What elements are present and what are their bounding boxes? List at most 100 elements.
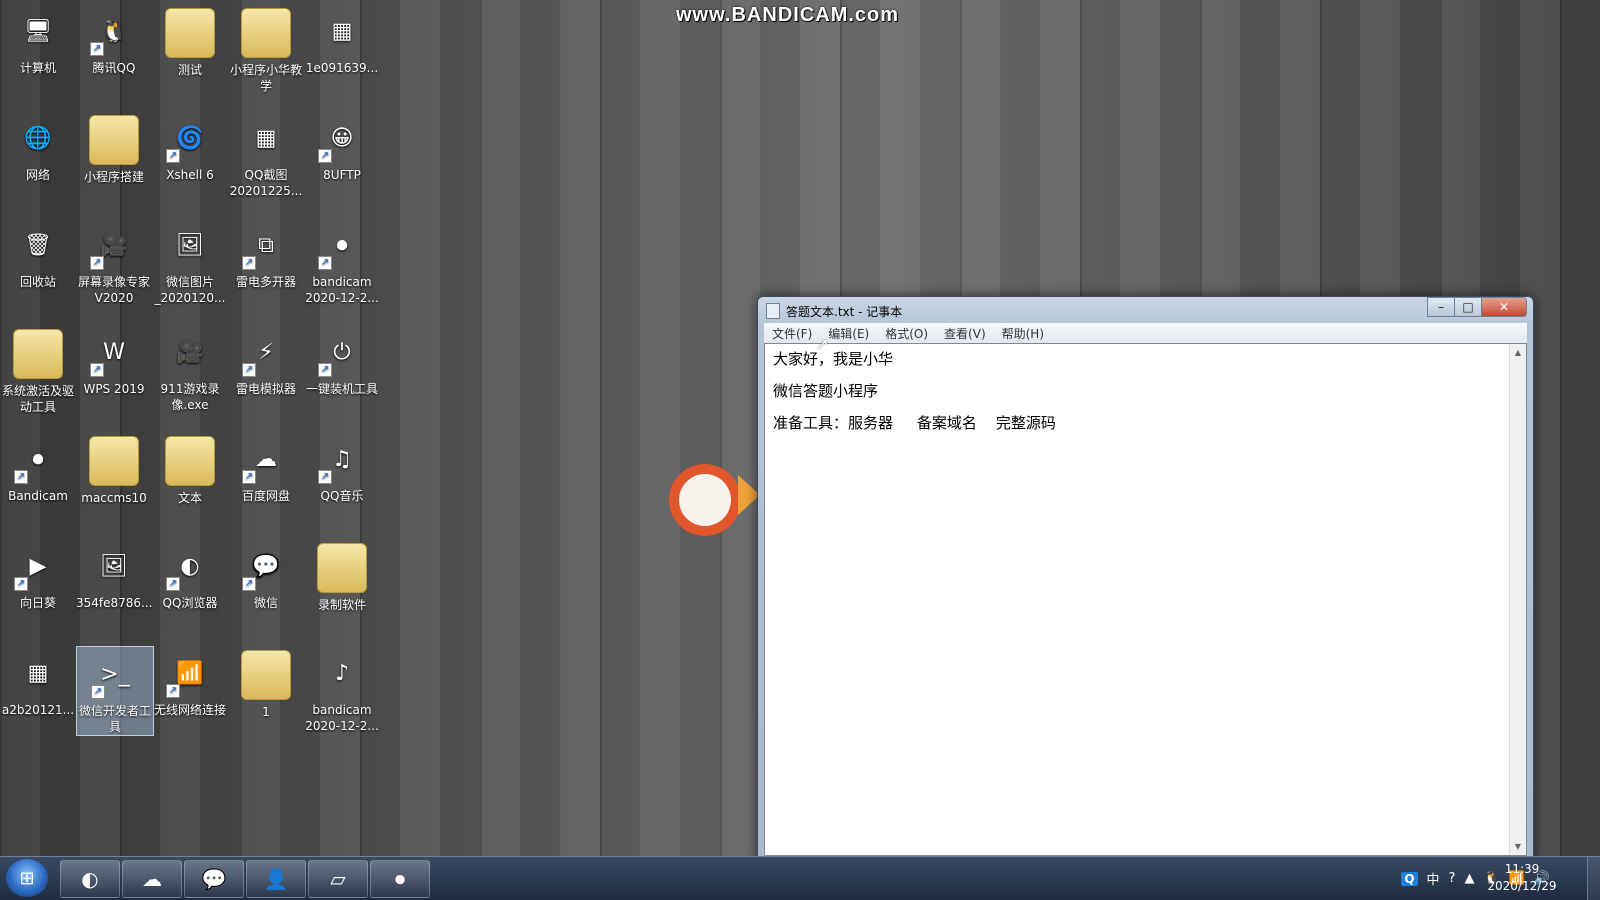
maximize-button[interactable]: □ [1454, 297, 1482, 317]
clock[interactable]: 11:39 2020/12/29 [1482, 861, 1562, 895]
vertical-scrollbar[interactable]: ▲ ▼ [1509, 344, 1526, 855]
folder-icon [317, 543, 367, 593]
shortcut-arrow-icon: ↗ [318, 256, 332, 270]
shortcut-arrow-icon: ↗ [90, 42, 104, 56]
folder-icon [165, 436, 215, 486]
desktop-icon[interactable]: 🐧 ↗ 腾讯QQ [76, 4, 152, 76]
desktop-icon[interactable]: 😀 ↗ 8UFTP [304, 111, 380, 183]
desktop-icon[interactable]: maccms10 [76, 432, 152, 506]
show-desktop-button[interactable] [1587, 857, 1600, 900]
desktop-icon[interactable]: >_ ↗ 微信开发者工具 [76, 646, 154, 736]
folder-icon [241, 8, 291, 58]
help-icon[interactable]: ? [1449, 871, 1456, 886]
notepad-window[interactable]: 答题文本.txt - 记事本 – □ ✕ 文件(F) 编辑(E) 格式(O) 查… [757, 296, 1534, 863]
desktop-icon[interactable]: ▦ QQ截图20201225... [228, 111, 304, 199]
desktop-icon[interactable]: 文本 [152, 432, 228, 506]
desktop-icon-label: 百度网盘 [241, 489, 290, 503]
desktop-icon[interactable]: ⚡ ↗ 雷电模拟器 [228, 325, 304, 397]
start-button[interactable]: ⊞ [6, 859, 48, 897]
shortcut-arrow-icon: ↗ [166, 577, 180, 591]
qq-input-icon[interactable]: Q [1401, 871, 1418, 886]
desktop-icon[interactable]: 小程序小华教学 [228, 4, 304, 94]
desktop-icon[interactable]: ⏻ ↗ 一键装机工具 [304, 325, 380, 397]
menu-file[interactable]: 文件(F) [764, 325, 820, 342]
scroll-down-icon[interactable]: ▼ [1510, 842, 1526, 851]
shortcut-arrow-icon: ↗ [14, 470, 28, 484]
desktop-icon[interactable]: ♪ bandicam 2020-12-2... [304, 646, 380, 734]
desktop-icon[interactable]: 🗑 回收站 [0, 218, 76, 290]
text-editor[interactable]: 大家好，我是小华 微信答题小程序 准备工具：服务器 备案域名 完整源码 ▲ ▼ [764, 343, 1527, 856]
desktop-icon[interactable]: 录制软件 [304, 539, 380, 613]
desktop-icon[interactable]: W ↗ WPS 2019 [76, 325, 152, 397]
close-button[interactable]: ✕ [1481, 297, 1527, 317]
shortcut-arrow-icon: ↗ [242, 470, 256, 484]
desktop-icon[interactable]: 🎥 911游戏录像.exe [152, 325, 228, 413]
desktop-icon-label: 一键装机工具 [305, 382, 378, 396]
desktop-icon-label: QQ截图20201225... [229, 168, 303, 198]
desktop-icon[interactable]: 🖼 微信图片_2020120... [152, 218, 228, 306]
app-icon: ◐ ↗ [166, 543, 214, 591]
desktop-icon[interactable]: ☁ ↗ 百度网盘 [228, 432, 304, 504]
desktop-icon[interactable]: ▦ 1e091639... [304, 4, 380, 76]
desktop-icon[interactable]: 🌀 ↗ Xshell 6 [152, 111, 228, 183]
desktop-icon-label: Bandicam [8, 489, 68, 503]
desktop-icon-label: 腾讯QQ [92, 61, 136, 75]
taskbar-baidu-netdisk-button[interactable]: ☁ [122, 860, 182, 898]
app-icon: ♪ [334, 661, 350, 686]
desktop-icon-label: 文本 [177, 491, 202, 505]
desktop-icon[interactable]: 1 [228, 646, 304, 720]
menu-help[interactable]: 帮助(H) [994, 325, 1052, 342]
desktop-icon-label: 系统激活及驱动工具 [1, 384, 74, 414]
app-icon: 🎥 [176, 340, 204, 365]
shortcut-arrow-icon: ↗ [90, 363, 104, 377]
desktop-icon-label: a2b20121... [1, 703, 75, 717]
app-icon: 🌐 [24, 126, 52, 151]
ime-language[interactable]: 中 [1427, 869, 1440, 888]
desktop-icon[interactable]: ▦ a2b20121... [0, 646, 76, 718]
desktop-icon[interactable]: ⏺ ↗ bandicam 2020-12-2... [304, 218, 380, 306]
shortcut-arrow-icon: ↗ [166, 684, 180, 698]
desktop-icon[interactable]: ⧉ ↗ 雷电多开器 [228, 218, 304, 290]
desktop-icon[interactable]: ▶ ↗ 向日葵 [0, 539, 76, 611]
shortcut-arrow-icon: ↗ [91, 685, 105, 699]
taskbar-bandicam-button[interactable]: ⏺ [370, 860, 430, 898]
text-line-3: 准备工具：服务器 备案域名 完整源码 [773, 414, 1056, 432]
app-icon: 🗑 [24, 233, 52, 258]
scroll-up-icon[interactable]: ▲ [1510, 348, 1526, 357]
desktop-icon-label: Xshell 6 [166, 168, 214, 182]
taskbar-notepad-button[interactable]: ▱ [308, 860, 368, 898]
minimize-button[interactable]: – [1427, 297, 1455, 317]
app-icon: ⏺ ↗ [318, 222, 366, 270]
app-icon: 🐧 ↗ [90, 8, 138, 56]
desktop-icon[interactable]: 🌐 网络 [0, 111, 76, 183]
menu-view[interactable]: 查看(V) [936, 325, 994, 342]
notepad-titlebar[interactable]: 答题文本.txt - 记事本 [766, 301, 902, 321]
menu-format[interactable]: 格式(O) [877, 325, 936, 342]
desktop-icon[interactable]: 🖼 354fe8786... [76, 539, 153, 611]
app-icon: ▦ [331, 19, 353, 44]
desktop-icon-label: 雷电多开器 [235, 275, 296, 289]
desktop-icon-label: QQ浏览器 [162, 596, 218, 610]
desktop-icon[interactable]: ⏺ ↗ Bandicam [0, 432, 76, 504]
taskbar-avatar-app-button[interactable]: 👤 [246, 860, 306, 898]
desktop-icon[interactable]: 💬 ↗ 微信 [228, 539, 304, 611]
desktop-icon-label: 354fe8786... [76, 596, 153, 610]
app-icon: 🎥 ↗ [90, 222, 138, 270]
desktop-icon-label: 911游戏录像.exe [160, 382, 220, 412]
desktop-icon[interactable]: 🎥 ↗ 屏幕录像专家V2020 [76, 218, 152, 306]
taskbar-qq-browser-button[interactable]: ◐ [60, 860, 120, 898]
desktop-icon[interactable]: 系统激活及驱动工具 [0, 325, 76, 415]
tray-expand-icon[interactable]: ▲ [1464, 871, 1474, 886]
app-icon: ⧉ ↗ [242, 222, 290, 270]
desktop-icon[interactable]: ◐ ↗ QQ浏览器 [152, 539, 228, 611]
desktop-icon[interactable]: 小程序搭建 [76, 111, 152, 185]
app-icon: 📶 ↗ [166, 650, 214, 698]
desktop-icon[interactable]: 🖥 计算机 [0, 4, 76, 76]
app-icon: ♫ ↗ [318, 436, 366, 484]
desktop-icon[interactable]: 测试 [152, 4, 228, 78]
desktop-icon[interactable]: 📶 ↗ 无线网络连接 [152, 646, 228, 718]
desktop-icon[interactable]: ♫ ↗ QQ音乐 [304, 432, 380, 504]
taskbar-wechat-button[interactable]: 💬 [184, 860, 244, 898]
notepad-icon [766, 303, 780, 319]
app-icon: ⏺ ↗ [14, 436, 62, 484]
